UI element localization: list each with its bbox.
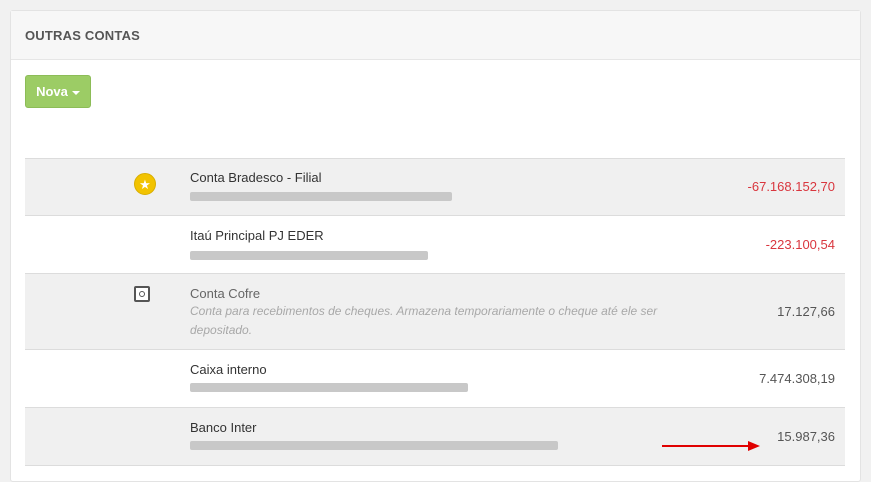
panel-title: OUTRAS CONTAS: [25, 27, 141, 43]
account-name: Itaú Principal PJ EDER: [190, 228, 324, 243]
nova-dropdown-button[interactable]: Nova: [25, 75, 91, 108]
star-icon: ★: [134, 173, 156, 195]
account-row-itau[interactable]: Itaú Principal PJ EDER -223.100,54: [25, 216, 845, 274]
redacted-detail: [190, 383, 468, 392]
account-row-inter[interactable]: Banco Inter 15.987,36: [25, 408, 845, 466]
account-name: Conta Cofre: [190, 286, 261, 301]
account-row-caixa[interactable]: Caixa interno 7.474.308,19: [25, 350, 845, 408]
account-name: Conta Bradesco - Filial: [190, 170, 322, 185]
account-row-cofre[interactable]: Conta Cofre Conta para recebimentos de c…: [25, 274, 845, 350]
account-description: Conta para recebimentos de cheques. Arma…: [190, 304, 658, 337]
redacted-detail: [190, 441, 558, 450]
account-name: Caixa interno: [190, 362, 267, 377]
outras-contas-panel: OUTRAS CONTAS Nova ★ Conta Bradesco - Fi…: [10, 10, 861, 482]
caret-down-icon: [71, 90, 80, 95]
redacted-detail: [190, 192, 452, 201]
safe-icon: [134, 286, 150, 302]
account-balance: -223.100,54: [765, 237, 835, 252]
account-balance: -67.168.152,70: [747, 179, 835, 194]
account-name: Banco Inter: [190, 420, 257, 435]
nova-button-label: Nova: [36, 84, 68, 99]
panel-header: OUTRAS CONTAS: [11, 11, 860, 60]
redacted-detail: [190, 251, 428, 260]
account-balance: 15.987,36: [777, 429, 835, 444]
account-balance: 7.474.308,19: [759, 371, 835, 386]
account-balance: 17.127,66: [777, 304, 835, 319]
account-row-bradesco[interactable]: ★ Conta Bradesco - Filial -67.168.152,70: [25, 159, 845, 216]
accounts-list: ★ Conta Bradesco - Filial -67.168.152,70…: [25, 158, 845, 466]
annotation-arrow-icon: [662, 441, 760, 451]
